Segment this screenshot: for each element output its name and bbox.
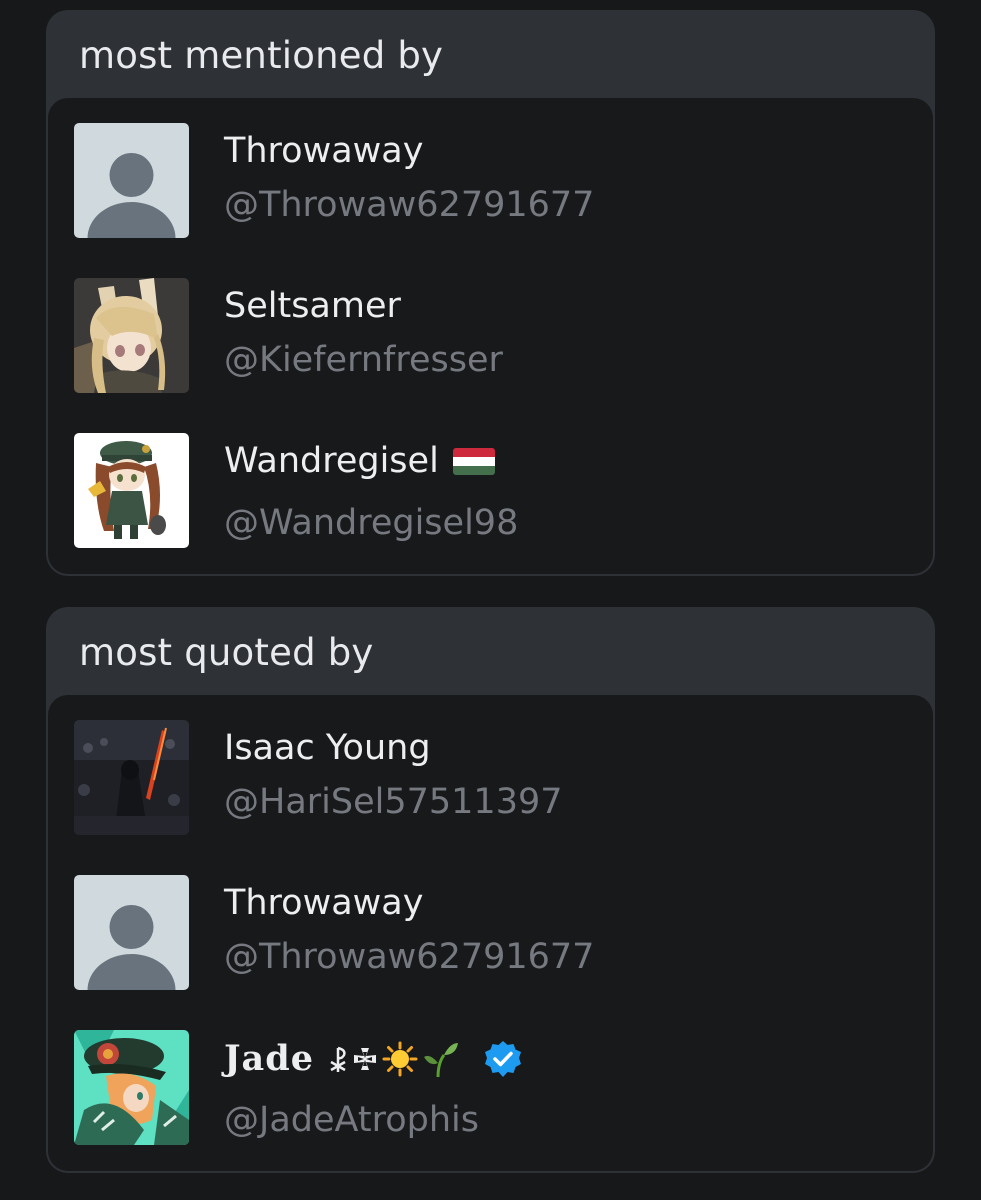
anime-officer-avatar (74, 1030, 189, 1145)
user-handle: @Kiefernfresser (224, 340, 503, 380)
user-list: Throwaway @Throwaw62791677 Seltsamer @Ki… (48, 98, 933, 574)
iron-cross-icon (353, 1047, 376, 1070)
display-name: Throwaway (224, 131, 424, 171)
user-handle: @Wandregisel98 (224, 503, 519, 543)
user-row-jade[interactable]: Jade @JadeAtrophis (48, 1030, 933, 1146)
display-name: Throwaway (224, 883, 424, 923)
section-title: most quoted by (79, 631, 374, 674)
anime-soldier-girl-avatar (74, 433, 189, 548)
user-row-isaac-young[interactable]: Isaac Young @HariSel57511397 (48, 720, 933, 836)
section-title: most mentioned by (79, 34, 444, 77)
display-name: Jade (224, 1038, 522, 1079)
display-name: Wandregisel (224, 441, 495, 481)
verified-badge-icon (484, 1040, 521, 1077)
sun-icon (382, 1041, 418, 1076)
display-name: Isaac Young (224, 728, 431, 768)
user-row-wandregisel[interactable]: Wandregisel @Wandregisel98 (48, 433, 933, 549)
most-quoted-section: most quoted by Isaac Young @HariSel57511… (46, 607, 935, 1173)
display-name: Seltsamer (224, 286, 401, 326)
user-handle: @Throwaw62791677 (224, 185, 595, 225)
dark-knight-avatar (74, 720, 189, 835)
chi-rho-icon (330, 1046, 346, 1072)
user-handle: @HariSel57511397 (224, 782, 563, 822)
hungary-flag-icon (452, 447, 495, 475)
default-avatar (74, 875, 189, 990)
user-handle: @JadeAtrophis (224, 1100, 479, 1140)
anime-fox-girl-avatar (74, 278, 189, 393)
user-row-throwaway[interactable]: Throwaway @Throwaw62791677 (48, 123, 933, 239)
user-list: Isaac Young @HariSel57511397 Throwaway @… (48, 695, 933, 1171)
most-mentioned-section: most mentioned by Throwaway @Throwaw6279… (46, 10, 935, 576)
default-avatar (74, 123, 189, 238)
name-symbols (328, 1040, 522, 1078)
user-row-seltsamer[interactable]: Seltsamer @Kiefernfresser (48, 278, 933, 394)
user-row-throwaway[interactable]: Throwaway @Throwaw62791677 (48, 875, 933, 991)
seedling-icon (423, 1042, 458, 1077)
user-handle: @Throwaw62791677 (224, 937, 595, 977)
